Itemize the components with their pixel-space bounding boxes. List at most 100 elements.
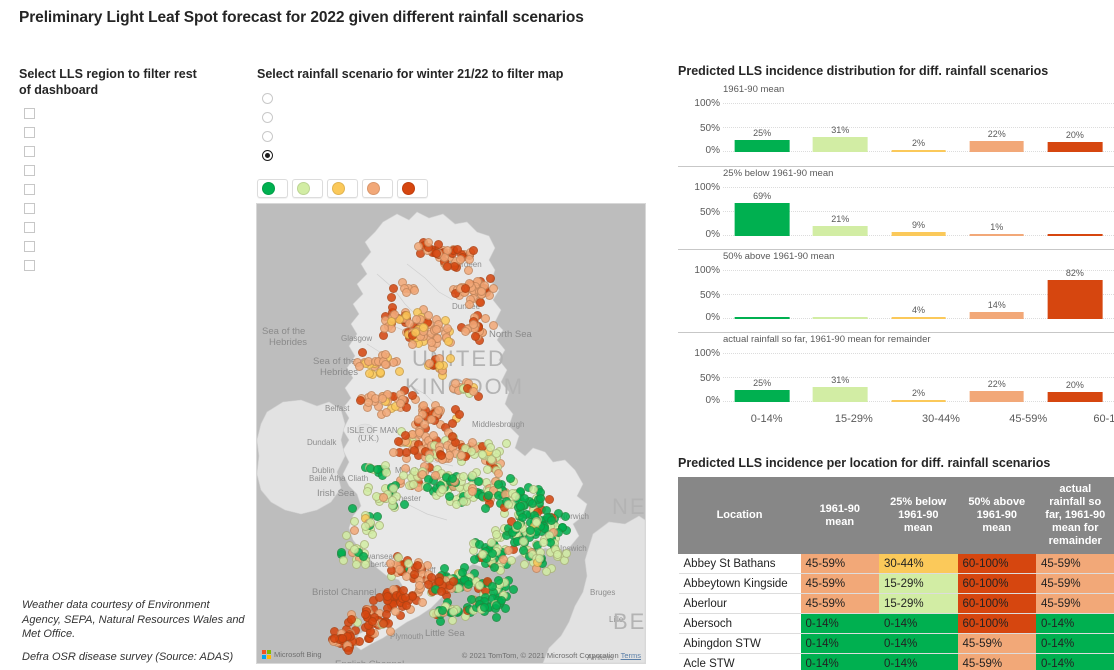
map-data-point[interactable]	[359, 539, 369, 549]
scenario-radio-row[interactable]	[257, 127, 647, 146]
map-data-point[interactable]	[388, 495, 398, 505]
map-data-point[interactable]	[447, 432, 457, 442]
bar[interactable]	[812, 225, 868, 236]
map-data-point[interactable]	[349, 517, 359, 527]
map-data-point[interactable]	[401, 310, 411, 320]
map-data-point[interactable]	[468, 245, 478, 255]
map-data-point[interactable]	[505, 473, 515, 483]
map-data-point[interactable]	[338, 633, 348, 643]
radio-button-icon[interactable]	[262, 150, 273, 161]
map-data-point[interactable]	[492, 612, 502, 622]
map-data-point[interactable]	[459, 471, 469, 481]
map-data-point[interactable]	[511, 491, 521, 501]
map-data-point[interactable]	[456, 451, 466, 461]
map-data-point[interactable]	[433, 406, 443, 416]
table-row[interactable]: Abbeytown Kingside 45-59% 15-29% 60-100% 45-…	[678, 573, 1114, 594]
map-data-point[interactable]	[517, 512, 527, 522]
map-data-point[interactable]	[477, 550, 487, 560]
map-data-point[interactable]	[411, 327, 421, 337]
map-data-point[interactable]	[378, 619, 388, 629]
region-checkbox-row[interactable]	[19, 237, 234, 256]
region-checkbox-row[interactable]	[19, 218, 234, 237]
bar[interactable]	[734, 202, 790, 236]
region-checkbox-row[interactable]	[19, 123, 234, 142]
checkbox-icon[interactable]	[24, 222, 35, 233]
checkbox-icon[interactable]	[24, 127, 35, 138]
map-data-point[interactable]	[480, 602, 490, 612]
region-checkbox-row[interactable]	[19, 161, 234, 180]
map-data-point[interactable]	[408, 479, 418, 489]
map-data-point[interactable]	[428, 430, 438, 440]
map-data-point[interactable]	[447, 474, 457, 484]
table-column-header[interactable]: 1961-90 mean	[800, 477, 880, 554]
checkbox-icon[interactable]	[24, 108, 35, 119]
map-data-point[interactable]	[395, 398, 405, 408]
table-row[interactable]: Abingdon STW 0-14% 0-14% 45-59% 0-14%	[678, 633, 1114, 654]
map-data-point[interactable]	[536, 493, 546, 503]
map-data-point[interactable]	[417, 598, 427, 608]
legend-pill[interactable]	[292, 179, 323, 198]
map-data-point[interactable]	[349, 525, 359, 535]
scenario-radio-row[interactable]	[257, 89, 647, 108]
map-data-point[interactable]	[359, 551, 369, 561]
map-data-point[interactable]	[386, 292, 396, 302]
map-data-point[interactable]	[382, 592, 392, 602]
region-checkbox-row[interactable]	[19, 180, 234, 199]
checkbox-icon[interactable]	[24, 203, 35, 214]
bar[interactable]	[891, 400, 946, 402]
map-terms-link[interactable]: Terms	[621, 651, 641, 660]
bar[interactable]	[812, 137, 868, 152]
table-row[interactable]: Acle STW 0-14% 0-14% 45-59% 0-14%	[678, 653, 1114, 670]
legend-pill[interactable]	[397, 179, 428, 198]
map-data-point[interactable]	[423, 237, 433, 247]
scenario-radio-row[interactable]	[257, 108, 647, 127]
map-data-point[interactable]	[372, 464, 382, 474]
bar[interactable]	[734, 140, 790, 152]
map-data-point[interactable]	[468, 386, 478, 396]
map-data-point[interactable]	[419, 400, 429, 410]
bar[interactable]	[1047, 392, 1103, 402]
map-data-point[interactable]	[443, 336, 453, 346]
map-data-point[interactable]	[390, 607, 400, 617]
map-data-point[interactable]	[534, 553, 544, 563]
map-data-point[interactable]	[389, 447, 399, 457]
map-data-point[interactable]	[409, 286, 419, 296]
map-data-point[interactable]	[465, 299, 475, 309]
region-checkbox-row[interactable]	[19, 256, 234, 275]
map-data-point[interactable]	[455, 409, 465, 419]
table-column-header[interactable]: 50% above 1961-90 mean	[957, 477, 1037, 554]
table-row[interactable]: Aberlour 45-59% 15-29% 60-100% 45-59%	[678, 593, 1114, 614]
map-data-point[interactable]	[374, 520, 384, 530]
map-data-point[interactable]	[430, 470, 440, 480]
radio-button-icon[interactable]	[262, 93, 273, 104]
table-column-header[interactable]: actual rainfall so far, 1961-90 mean for…	[1035, 477, 1114, 554]
map-data-point[interactable]	[484, 490, 494, 500]
map-data-point[interactable]	[388, 484, 398, 494]
bar[interactable]	[969, 141, 1025, 152]
region-checkbox-row[interactable]	[19, 199, 234, 218]
bar[interactable]	[969, 234, 1025, 236]
map-data-point[interactable]	[385, 558, 395, 568]
map-data-point[interactable]	[442, 323, 452, 333]
map-data-point[interactable]	[477, 449, 487, 459]
map-data-point[interactable]	[388, 283, 398, 293]
region-checkbox-row[interactable]	[19, 104, 234, 123]
map-panel[interactable]: Sea of the Hebrides Sea of the Hebrides Aber…	[256, 203, 646, 664]
checkbox-icon[interactable]	[24, 184, 35, 195]
map-data-point[interactable]	[399, 585, 409, 595]
map-data-point[interactable]	[448, 607, 458, 617]
map-data-point[interactable]	[488, 283, 498, 293]
map-data-point[interactable]	[518, 536, 528, 546]
radio-button-icon[interactable]	[262, 131, 273, 142]
map-data-point[interactable]	[498, 554, 508, 564]
location-table[interactable]: Location 1961-90 mean 25% below 1961-90 me…	[678, 477, 1114, 670]
map-data-point[interactable]	[379, 323, 389, 333]
bar[interactable]	[734, 317, 790, 319]
table-row[interactable]: Abersoch 0-14% 0-14% 60-100% 0-14%	[678, 613, 1114, 634]
map-data-point[interactable]	[399, 499, 409, 509]
map-data-point[interactable]	[403, 558, 413, 568]
bar[interactable]	[891, 231, 946, 236]
map-data-point[interactable]	[450, 379, 460, 389]
map-data-point[interactable]	[437, 605, 447, 615]
map-data-point[interactable]	[561, 549, 571, 559]
